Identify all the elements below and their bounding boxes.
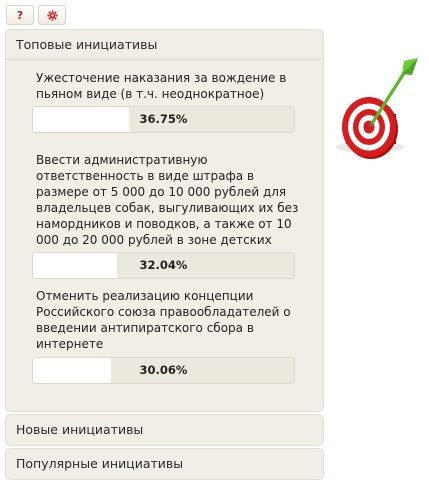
vote-share-bar: 36.75%: [32, 106, 295, 133]
new-initiatives-header[interactable]: Новые инициативы: [6, 415, 323, 445]
vote-share-label: 32.04%: [139, 258, 188, 272]
gear-icon: [46, 9, 58, 21]
vote-share-bar: 32.04%: [32, 252, 295, 279]
vote-share-label: 36.75%: [139, 112, 188, 126]
top-initiatives-panel: Топовые инициативы Ужесточение наказания…: [5, 29, 324, 412]
initiative-item: Ввести административную ответственность …: [32, 152, 300, 279]
help-icon: ?: [16, 8, 24, 22]
popular-initiatives-header[interactable]: Популярные инициативы: [6, 449, 323, 479]
initiative-text[interactable]: Ввести административную ответственность …: [32, 152, 300, 264]
initiative-item: Ужесточение наказания за вождение в пьян…: [32, 70, 300, 133]
initiative-text[interactable]: Ужесточение наказания за вождение в пьян…: [32, 70, 300, 102]
new-initiatives-panel[interactable]: Новые инициативы: [5, 414, 324, 446]
help-button[interactable]: ?: [6, 5, 34, 25]
initiative-text[interactable]: Отменить реализацию концепции Российског…: [32, 288, 300, 352]
top-initiatives-header[interactable]: Топовые инициативы: [6, 30, 323, 60]
vote-share-bar: 30.06%: [32, 357, 295, 384]
popular-initiatives-panel[interactable]: Популярные инициативы: [5, 448, 324, 480]
toolbar: ?: [6, 5, 66, 25]
initiative-item: Отменить реализацию концепции Российског…: [32, 288, 300, 384]
dart-target-icon: [336, 58, 418, 159]
vote-share-label: 30.06%: [139, 363, 188, 377]
settings-button[interactable]: [38, 5, 66, 25]
